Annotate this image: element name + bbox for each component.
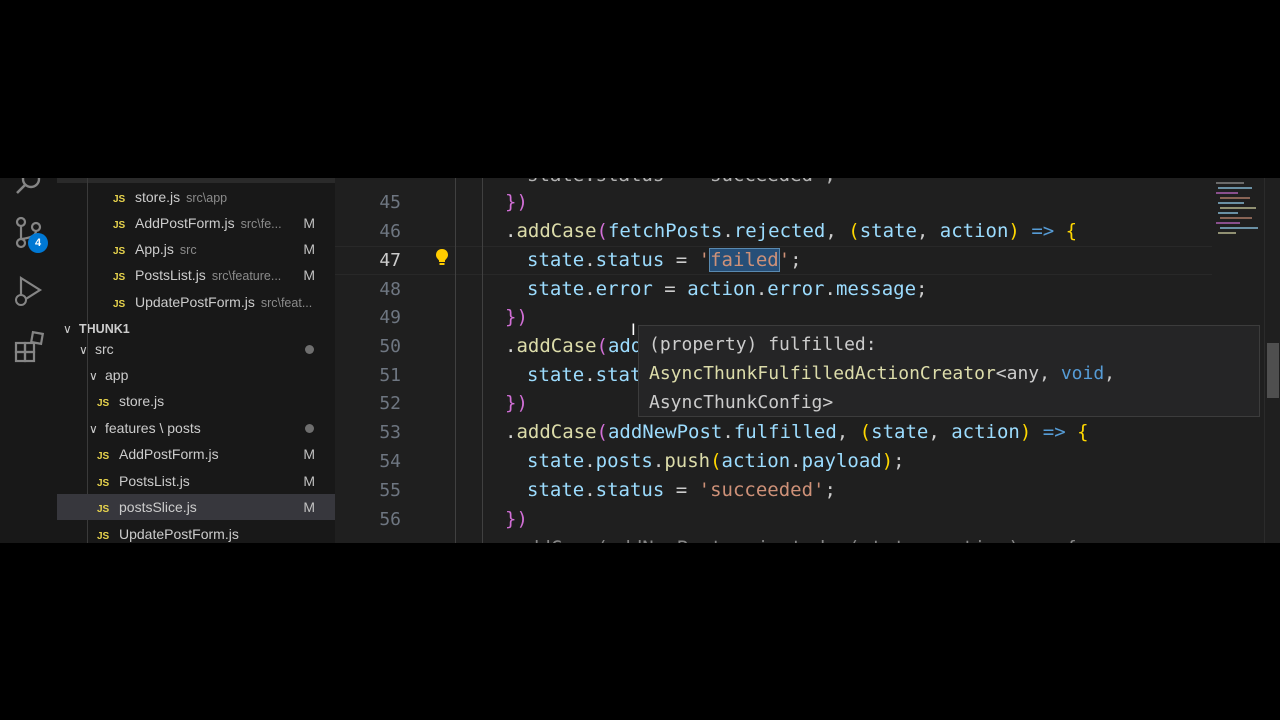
file-store[interactable]: JS store.js bbox=[57, 388, 335, 414]
hover-line: AsyncThunkFulfilledActionCreator<any, vo… bbox=[649, 363, 1116, 384]
line-number: 46 bbox=[379, 221, 401, 242]
code-line: state.posts.push(action.payload); bbox=[527, 450, 905, 472]
js-file-icon: JS bbox=[97, 531, 110, 542]
line-number: 49 bbox=[379, 307, 401, 328]
code-line: }) bbox=[505, 191, 528, 213]
activity-bar: 4 bbox=[0, 178, 57, 543]
file-item[interactable]: JS AddPostForm.js M bbox=[57, 441, 335, 467]
indent-guide bbox=[455, 178, 456, 543]
line-number: 45 bbox=[379, 192, 401, 213]
code-line: .addCase(add bbox=[505, 335, 643, 357]
code-line: .addCase(addNewPost.rejected, (state, ac… bbox=[505, 534, 1077, 543]
modified-indicator: M bbox=[303, 473, 315, 489]
js-file-icon: JS bbox=[97, 398, 110, 409]
js-file-icon: JS bbox=[97, 504, 110, 515]
open-editor-item[interactable]: JS UpdatePostForm.js src\feat... bbox=[57, 289, 335, 315]
minimap-line bbox=[1218, 202, 1244, 204]
open-editor-item[interactable]: JS PostsList.js src\feature... M bbox=[57, 262, 335, 288]
line-number: 56 bbox=[379, 509, 401, 530]
current-line-highlight bbox=[335, 246, 1280, 275]
open-editor-item[interactable]: JS AddPostForm.js src\fe... M bbox=[57, 210, 335, 236]
code-line: state.status = 'succeeded'; bbox=[527, 479, 836, 501]
file-item[interactable]: JS PostsList.js M bbox=[57, 468, 335, 494]
line-number: 54 bbox=[379, 451, 401, 472]
line-number: 52 bbox=[379, 393, 401, 414]
hover-line: AsyncThunkConfig> bbox=[649, 392, 834, 413]
code-line: }) bbox=[505, 306, 528, 328]
folder-features-posts[interactable]: ∨ features \ posts bbox=[57, 415, 335, 441]
minimap-line bbox=[1220, 207, 1256, 209]
minimap-line bbox=[1220, 217, 1252, 219]
modified-indicator: M bbox=[303, 446, 315, 462]
search-icon[interactable] bbox=[12, 178, 46, 200]
scm-badge: 4 bbox=[28, 233, 48, 253]
line-number: 55 bbox=[379, 480, 401, 501]
code-line: }) bbox=[505, 508, 528, 530]
code-line: state.status = 'succeeded'; bbox=[527, 178, 836, 190]
js-file-icon: JS bbox=[97, 451, 110, 462]
folder-modified-dot bbox=[305, 424, 314, 433]
modified-indicator: M bbox=[303, 215, 315, 231]
code-line: .addCase(fetchPosts.rejected, (state, ac… bbox=[505, 220, 1078, 242]
chevron-down-icon: ∨ bbox=[89, 369, 98, 383]
explorer-sidebar: JS store.js src\app JS AddPostForm.js src\fe… bbox=[57, 178, 335, 543]
minimap-line bbox=[1216, 182, 1244, 184]
open-editor-item[interactable]: JS App.js src M bbox=[57, 236, 335, 262]
line-number: 53 bbox=[379, 422, 401, 443]
minimap-line bbox=[1218, 232, 1236, 234]
code-line: state.status = 'failed'; bbox=[527, 248, 802, 272]
indent-guide bbox=[482, 178, 483, 543]
code-line: state.stat bbox=[527, 364, 642, 386]
line-number: 51 bbox=[379, 365, 401, 386]
minimap-line bbox=[1216, 222, 1240, 224]
extensions-icon[interactable] bbox=[12, 330, 46, 364]
lightbulb-icon[interactable] bbox=[435, 248, 449, 266]
line-number-active: 47 bbox=[379, 250, 401, 271]
chevron-down-icon: ∨ bbox=[89, 422, 98, 436]
folder-src[interactable]: ∨ src bbox=[57, 336, 335, 362]
modified-indicator: M bbox=[303, 241, 315, 257]
line-number: 48 bbox=[379, 279, 401, 300]
code-line: .addCase(addNewPost.fulfilled, (state, a… bbox=[505, 421, 1089, 443]
file-item[interactable]: JS UpdatePostForm.js bbox=[57, 521, 335, 543]
file-item-selected[interactable]: JS postsSlice.js M bbox=[57, 494, 335, 520]
scrollbar-thumb[interactable] bbox=[1267, 343, 1279, 398]
modified-indicator: M bbox=[303, 267, 315, 283]
hover-line: (property) fulfilled: bbox=[649, 334, 877, 355]
folder-modified-dot bbox=[305, 345, 314, 354]
run-debug-icon[interactable] bbox=[12, 274, 46, 308]
code-line: state.error = action.error.message; bbox=[527, 278, 928, 300]
modified-indicator: M bbox=[303, 499, 315, 515]
line-number: 50 bbox=[379, 336, 401, 357]
hover-tooltip: (property) fulfilled: AsyncThunkFulfille… bbox=[638, 325, 1260, 417]
open-editors-top-row bbox=[57, 178, 335, 183]
open-editor-item[interactable]: JS store.js src\app bbox=[57, 184, 335, 210]
minimap-line bbox=[1220, 197, 1250, 199]
minimap-line bbox=[1220, 227, 1258, 229]
vertical-scrollbar[interactable] bbox=[1264, 178, 1280, 543]
minimap-line bbox=[1218, 212, 1238, 214]
js-file-icon: JS bbox=[113, 272, 126, 283]
chevron-down-icon: ∨ bbox=[79, 343, 88, 357]
code-line: }) bbox=[505, 392, 528, 414]
minimap-line bbox=[1218, 187, 1252, 189]
text-cursor-icon: ‮I‬ bbox=[631, 320, 636, 339]
minimap-line bbox=[1216, 192, 1238, 194]
folder-app[interactable]: ∨ app bbox=[57, 362, 335, 388]
